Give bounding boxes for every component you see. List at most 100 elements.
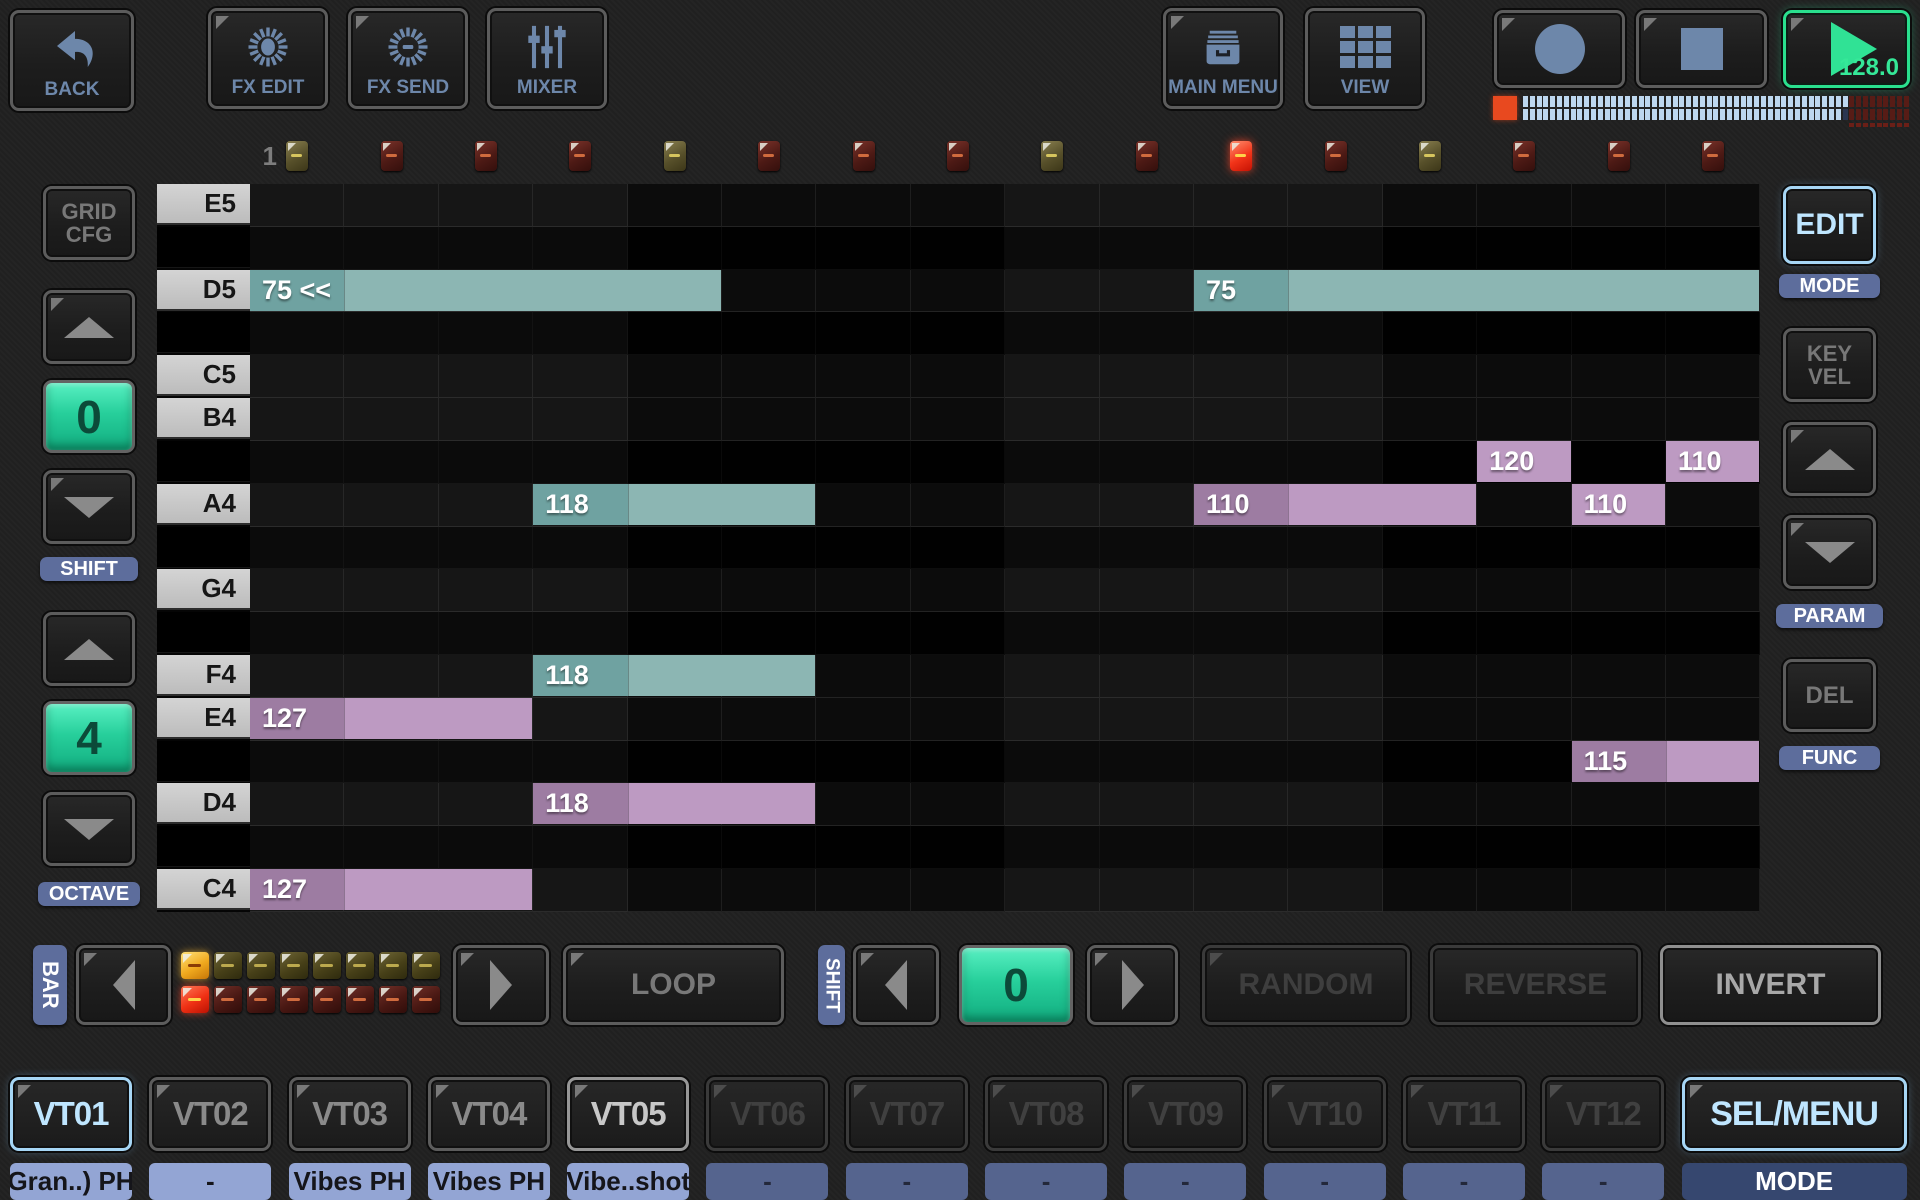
grid-cell[interactable] xyxy=(722,869,816,912)
grid-cell[interactable] xyxy=(1100,312,1194,355)
track-button-vt08[interactable]: VT08 xyxy=(985,1077,1107,1151)
grid-cell[interactable] xyxy=(1005,569,1099,612)
grid-cell[interactable] xyxy=(816,741,910,784)
grid-cell[interactable] xyxy=(439,527,533,570)
grid-cell[interactable] xyxy=(1005,441,1099,484)
note[interactable]: 110 xyxy=(1666,441,1759,482)
step-marker[interactable] xyxy=(1419,141,1441,171)
grid-cell[interactable] xyxy=(250,612,344,655)
grid-cell[interactable] xyxy=(250,398,344,441)
grid-cell[interactable] xyxy=(1477,527,1571,570)
grid-cell[interactable] xyxy=(1383,783,1477,826)
bar-slot-top[interactable] xyxy=(181,952,209,979)
bar-slot-bottom[interactable] xyxy=(214,986,242,1013)
grid-cell[interactable] xyxy=(250,655,344,698)
grid-cell[interactable] xyxy=(722,612,816,655)
grid-cell[interactable] xyxy=(250,569,344,612)
grid-cell[interactable] xyxy=(1288,826,1382,869)
step-marker[interactable] xyxy=(1325,141,1347,171)
grid-cell[interactable] xyxy=(1100,355,1194,398)
track-button-vt06[interactable]: VT06 xyxy=(706,1077,828,1151)
track-button-vt09[interactable]: VT09 xyxy=(1124,1077,1246,1151)
grid-cell[interactable] xyxy=(1477,184,1571,227)
grid-cell[interactable] xyxy=(533,826,627,869)
grid-cell[interactable] xyxy=(250,741,344,784)
track-button-vt05[interactable]: VT05 xyxy=(567,1077,689,1151)
grid-cell[interactable] xyxy=(250,527,344,570)
bar-slot-bottom[interactable] xyxy=(247,986,275,1013)
grid-cell[interactable] xyxy=(816,312,910,355)
grid-cell[interactable] xyxy=(1383,184,1477,227)
grid-cell[interactable] xyxy=(628,698,722,741)
grid-cell[interactable] xyxy=(1288,398,1382,441)
grid-cell[interactable] xyxy=(1666,312,1760,355)
grid-cell[interactable] xyxy=(722,355,816,398)
grid-cell[interactable] xyxy=(1477,612,1571,655)
grid-cell[interactable] xyxy=(1383,355,1477,398)
step-marker[interactable] xyxy=(475,141,497,171)
grid-cell[interactable] xyxy=(1194,826,1288,869)
grid-cell[interactable] xyxy=(722,184,816,227)
track-button-vt01[interactable]: VT01 xyxy=(10,1077,132,1151)
grid-cell[interactable] xyxy=(1288,741,1382,784)
loop-button[interactable]: LOOP xyxy=(563,945,784,1025)
grid-cell[interactable] xyxy=(1100,484,1194,527)
grid-cell[interactable] xyxy=(911,612,1005,655)
step-marker[interactable] xyxy=(1230,141,1252,171)
grid-cell[interactable] xyxy=(628,184,722,227)
step-marker[interactable] xyxy=(1041,141,1063,171)
grid-cell[interactable] xyxy=(1005,227,1099,270)
grid-cell[interactable] xyxy=(1288,527,1382,570)
play-button[interactable]: 128.0 xyxy=(1783,10,1910,88)
grid-cell[interactable] xyxy=(1383,441,1477,484)
grid-cell[interactable] xyxy=(816,783,910,826)
grid-cell[interactable] xyxy=(1005,698,1099,741)
step-marker[interactable] xyxy=(1608,141,1630,171)
grid-cell[interactable] xyxy=(344,484,438,527)
bar-slot-bottom[interactable] xyxy=(280,986,308,1013)
grid-cell[interactable] xyxy=(533,398,627,441)
grid-cell[interactable] xyxy=(1572,826,1666,869)
grid-cell[interactable] xyxy=(816,527,910,570)
grid-cell[interactable] xyxy=(1100,569,1194,612)
grid-cell[interactable] xyxy=(1005,184,1099,227)
track-button-vt03[interactable]: VT03 xyxy=(289,1077,411,1151)
grid-cell[interactable] xyxy=(1572,355,1666,398)
grid-cell[interactable] xyxy=(1288,783,1382,826)
invert-button[interactable]: INVERT xyxy=(1660,945,1881,1025)
grid-cell[interactable] xyxy=(1383,869,1477,912)
step-marker[interactable] xyxy=(286,141,308,171)
grid-cell[interactable] xyxy=(816,698,910,741)
grid-cell[interactable] xyxy=(911,355,1005,398)
grid-cell[interactable] xyxy=(628,441,722,484)
grid-cell[interactable] xyxy=(1100,270,1194,313)
grid-cell[interactable] xyxy=(1572,527,1666,570)
grid-cell[interactable] xyxy=(911,655,1005,698)
grid-cell[interactable] xyxy=(533,569,627,612)
bar-slot-top[interactable] xyxy=(379,952,407,979)
grid-cell[interactable] xyxy=(1288,612,1382,655)
grid-cell[interactable] xyxy=(439,184,533,227)
grid-cell[interactable] xyxy=(250,484,344,527)
grid-cell[interactable] xyxy=(1100,655,1194,698)
track-button-vt11[interactable]: VT11 xyxy=(1403,1077,1525,1151)
grid-cell[interactable] xyxy=(1477,741,1571,784)
grid-cell[interactable] xyxy=(722,270,816,313)
grid-cell[interactable] xyxy=(439,398,533,441)
grid-cell[interactable] xyxy=(250,312,344,355)
view-button[interactable]: VIEW xyxy=(1305,8,1425,109)
step-marker[interactable] xyxy=(758,141,780,171)
step-marker[interactable] xyxy=(947,141,969,171)
grid-cell[interactable] xyxy=(1572,398,1666,441)
grid-cell[interactable] xyxy=(344,783,438,826)
bar-slot-top[interactable] xyxy=(214,952,242,979)
grid-cell[interactable] xyxy=(1194,869,1288,912)
param-down-button[interactable] xyxy=(1783,515,1876,589)
grid-cell[interactable] xyxy=(533,741,627,784)
grid-cell[interactable] xyxy=(911,312,1005,355)
grid-cell[interactable] xyxy=(1100,184,1194,227)
grid-cell[interactable] xyxy=(1572,227,1666,270)
grid-cell[interactable] xyxy=(1572,612,1666,655)
stop-button[interactable] xyxy=(1636,10,1767,88)
grid-cell[interactable] xyxy=(439,741,533,784)
